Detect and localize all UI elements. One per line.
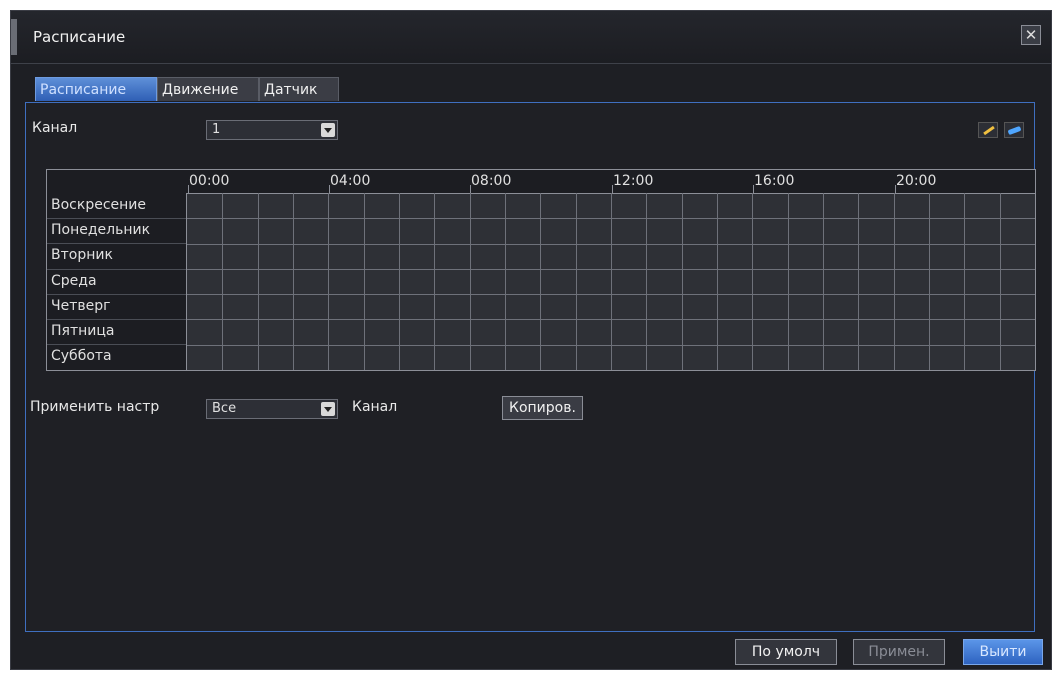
default-button[interactable]: По умолч bbox=[735, 639, 837, 665]
hour-tick bbox=[188, 185, 189, 193]
hour-label-8: 08:00 bbox=[471, 173, 512, 189]
row-divider bbox=[47, 294, 186, 295]
grid-col-line bbox=[717, 193, 718, 370]
pencil-icon[interactable] bbox=[978, 122, 998, 138]
channel-select-value: 1 bbox=[212, 122, 221, 137]
content-panel: Канал 1 00:00 04:00 08:00 12:00 16:00 20… bbox=[25, 102, 1036, 632]
hour-label-20: 20:00 bbox=[896, 173, 937, 189]
close-button[interactable]: ✕ bbox=[1021, 25, 1041, 45]
close-icon: ✕ bbox=[1024, 26, 1038, 44]
grid-col-line bbox=[646, 193, 647, 370]
grid-row-line bbox=[187, 345, 1035, 346]
apply-channel-select[interactable]: Все bbox=[206, 399, 338, 419]
day-label-tuesday: Вторник bbox=[51, 247, 113, 263]
day-label-sunday: Воскресение bbox=[51, 197, 146, 213]
hour-tick bbox=[895, 185, 896, 193]
apply-label: Применить настр bbox=[30, 399, 160, 415]
apply-select-value: Все bbox=[212, 401, 237, 416]
tab-motion[interactable]: Движение bbox=[157, 77, 259, 101]
schedule-cells[interactable] bbox=[187, 193, 1035, 370]
hour-label-12: 12:00 bbox=[613, 173, 654, 189]
channel-select[interactable]: 1 bbox=[206, 120, 338, 140]
grid-col-line bbox=[540, 193, 541, 370]
grid-col-line bbox=[788, 193, 789, 370]
grid-row-line bbox=[187, 269, 1035, 270]
grid-col-line bbox=[434, 193, 435, 370]
row-divider bbox=[47, 243, 186, 244]
hour-header: 00:00 04:00 08:00 12:00 16:00 20:00 bbox=[47, 170, 1035, 194]
grid-col-line bbox=[682, 193, 683, 370]
hour-label-4: 04:00 bbox=[330, 173, 371, 189]
day-labels: Воскресение Понедельник Вторник Среда Че… bbox=[47, 193, 187, 370]
grid-col-line bbox=[293, 193, 294, 370]
tab-sensor[interactable]: Датчик bbox=[259, 77, 339, 101]
hour-tick bbox=[612, 185, 613, 193]
grid-row-line bbox=[187, 294, 1035, 295]
grid-col-line bbox=[823, 193, 824, 370]
grid-col-line bbox=[576, 193, 577, 370]
row-divider bbox=[47, 344, 186, 345]
title-bar: Расписание ✕ bbox=[11, 11, 1051, 64]
grid-col-line bbox=[258, 193, 259, 370]
window-title: Расписание bbox=[33, 28, 126, 46]
row-divider bbox=[47, 269, 186, 270]
day-label-monday: Понедельник bbox=[51, 222, 151, 238]
hour-tick bbox=[329, 185, 330, 193]
grid-col-line bbox=[929, 193, 930, 370]
apply-channel-label: Канал bbox=[352, 399, 398, 415]
grid-col-line bbox=[752, 193, 753, 370]
grid-row-line bbox=[187, 244, 1035, 245]
day-label-saturday: Суббота bbox=[51, 348, 112, 364]
hour-label-0: 00:00 bbox=[189, 173, 230, 189]
day-label-thursday: Четверг bbox=[51, 298, 111, 314]
grid-row-line bbox=[187, 319, 1035, 320]
grid-col-line bbox=[611, 193, 612, 370]
grid-col-line bbox=[364, 193, 365, 370]
copy-button[interactable]: Копиров. bbox=[502, 396, 583, 420]
eraser-icon[interactable] bbox=[1004, 122, 1024, 138]
exit-button[interactable]: Выити bbox=[963, 639, 1043, 665]
grid-col-line bbox=[328, 193, 329, 370]
row-divider bbox=[47, 319, 186, 320]
grid-col-line bbox=[470, 193, 471, 370]
day-label-wednesday: Среда bbox=[51, 273, 97, 289]
title-bar-edge bbox=[11, 19, 17, 55]
grid-col-line bbox=[894, 193, 895, 370]
grid-col-line bbox=[1000, 193, 1001, 370]
tab-schedule[interactable]: Расписание bbox=[35, 77, 157, 101]
day-label-friday: Пятница bbox=[51, 323, 115, 339]
hour-label-16: 16:00 bbox=[754, 173, 795, 189]
channel-label: Канал bbox=[32, 120, 78, 136]
grid-row-line bbox=[187, 218, 1035, 219]
schedule-window: Расписание ✕ Расписание Движение Датчик … bbox=[10, 10, 1052, 670]
apply-button[interactable]: Примен. bbox=[853, 639, 945, 665]
hour-tick bbox=[470, 185, 471, 193]
row-divider bbox=[47, 218, 186, 219]
schedule-grid: 00:00 04:00 08:00 12:00 16:00 20:00 Воск… bbox=[46, 169, 1036, 371]
hour-tick bbox=[753, 185, 754, 193]
grid-col-line bbox=[222, 193, 223, 370]
grid-col-line bbox=[964, 193, 965, 370]
chevron-down-icon bbox=[321, 123, 335, 137]
grid-col-line bbox=[505, 193, 506, 370]
grid-col-line bbox=[858, 193, 859, 370]
grid-col-line bbox=[399, 193, 400, 370]
chevron-down-icon bbox=[321, 402, 335, 416]
